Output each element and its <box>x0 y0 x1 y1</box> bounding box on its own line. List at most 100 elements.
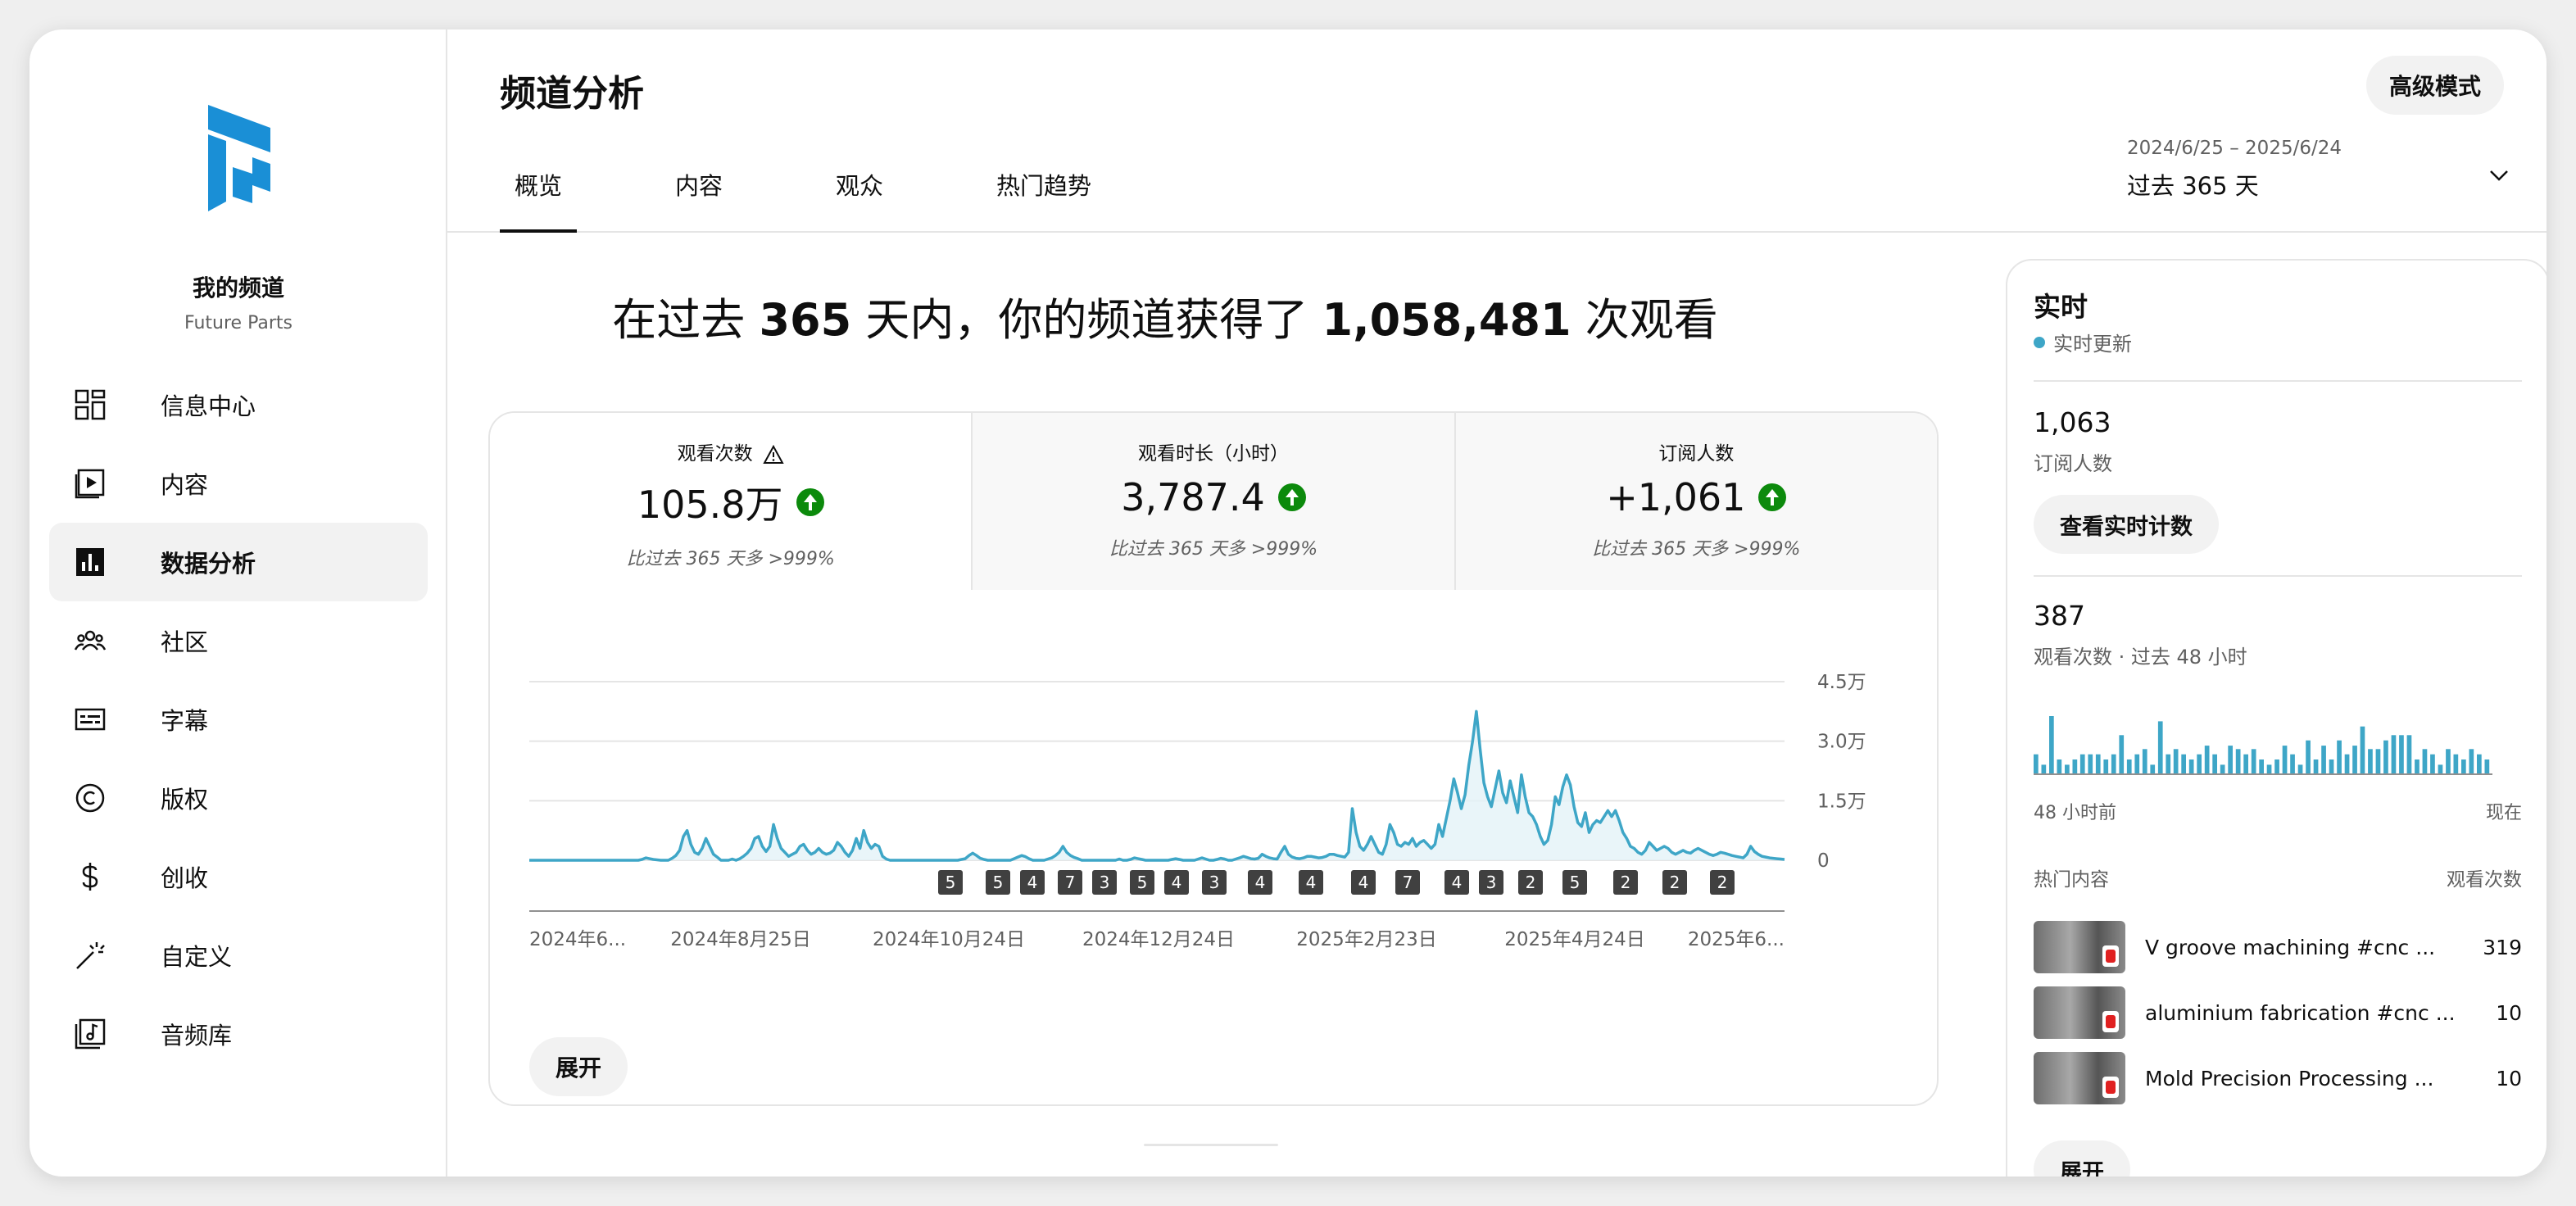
sidebar-item-content[interactable]: 内容 <box>49 444 428 523</box>
live-count-button[interactable]: 查看实时计数 <box>2034 495 2219 554</box>
realtime-bar <box>2095 754 2101 773</box>
metric-label: 订阅人数 <box>1658 443 1735 465</box>
realtime-bar <box>2422 749 2428 773</box>
realtime-bar <box>2119 735 2125 773</box>
chevron-down-icon <box>2490 170 2508 181</box>
realtime-bar <box>2484 759 2490 773</box>
realtime-bar <box>2375 749 2381 773</box>
date-range-label: 过去 365 天 <box>2127 172 2259 200</box>
top-content-header: 热门内容 <box>2034 869 2109 891</box>
sidebar-item-analytics[interactable]: 数据分析 <box>49 523 428 601</box>
publish-marker-count: 3 <box>1209 873 1220 892</box>
x-tick-label: 2024年10月24日 <box>873 929 1025 950</box>
realtime-bar <box>2197 754 2202 773</box>
metric-value: 105.8万 <box>637 475 824 529</box>
realtime-bar <box>2251 749 2256 773</box>
realtime-bar <box>2477 754 2482 773</box>
headline-days: 365 <box>759 294 852 346</box>
realtime-expand-button[interactable]: 展开 <box>2034 1140 2130 1177</box>
video-views: 10 <box>2496 1000 2522 1025</box>
sidebar-item-label: 音频库 <box>161 1022 233 1050</box>
realtime-bar <box>2438 764 2443 773</box>
publish-marker-count: 2 <box>1621 873 1631 892</box>
metric-tabs: 观看次数 105.8万 比过去 365 天多 >999% 观看时长（小时） 3,… <box>490 413 1937 590</box>
page-title: 频道分析 <box>500 73 644 115</box>
sidebar-item-subtitles[interactable]: 字幕 <box>49 680 428 759</box>
scroll-indicator <box>1144 1144 1278 1146</box>
realtime-bar <box>2181 754 2186 773</box>
metric-views[interactable]: 观看次数 105.8万 比过去 365 天多 >999% <box>490 413 972 590</box>
analytics-tabs: 概览 内容 观众 热门趋势 <box>500 167 1190 233</box>
x-tick-label: 2024年12月24日 <box>1082 929 1235 950</box>
metric-subscribers[interactable]: 订阅人数 +1,061 比过去 365 天多 >999% <box>1454 413 1937 590</box>
realtime-bar <box>2088 754 2093 773</box>
realtime-bar <box>2065 764 2070 773</box>
realtime-bar <box>2126 759 2132 773</box>
realtime-live-status: 实时更新 <box>2034 328 2132 356</box>
y-tick-label: 1.5万 <box>1817 791 1866 812</box>
sidebar-item-label: 自定义 <box>161 943 233 971</box>
analytics-header: 频道分析 高级模式 概览 内容 观众 热门趋势 2024/6/25 – 2025… <box>447 29 2547 233</box>
x-tick-label: 2024年6... <box>529 929 626 950</box>
metric-watch-time[interactable]: 观看时长（小时） 3,787.4 比过去 365 天多 >999% <box>971 413 1454 590</box>
community-icon <box>72 623 108 659</box>
sidebar-item-copyright[interactable]: 版权 <box>49 759 428 837</box>
realtime-subs-value: 1,063 <box>2034 406 2111 438</box>
realtime-bar-chart <box>2034 716 2492 775</box>
top-content-item[interactable]: Mold Precision Processing ... 10 <box>2034 1052 2522 1104</box>
sidebar-item-audio-library[interactable]: 音频库 <box>49 995 428 1073</box>
metric-compare: 比过去 365 天多 >999% <box>1592 539 1801 560</box>
subtitles-icon <box>72 701 108 737</box>
realtime-bar <box>2212 754 2217 773</box>
tab-trends[interactable]: 热门趋势 <box>982 167 1106 233</box>
realtime-bar <box>2072 759 2078 773</box>
arrow-up-icon <box>1277 483 1306 511</box>
metric-label: 观看时长（小时） <box>1137 443 1289 465</box>
y-tick-label: 4.5万 <box>1817 672 1866 693</box>
realtime-bar <box>2399 735 2404 773</box>
realtime-bar <box>2306 740 2311 773</box>
sidebar-item-dashboard[interactable]: 信息中心 <box>49 365 428 444</box>
headline-text: 次观看 <box>1571 294 1718 346</box>
headline-text: 天内，你的频道获得了 <box>851 294 1322 346</box>
studio-window: 我的频道 Future Parts 信息中心 内容 数据分析 社区 字幕 版权 … <box>29 29 2547 1177</box>
realtime-bar <box>2266 764 2272 773</box>
publish-marker-count: 3 <box>1100 873 1110 892</box>
metric-compare: 比过去 365 天多 >999% <box>1109 539 1318 560</box>
date-range-dates: 2024/6/25 – 2025/6/24 <box>2127 138 2342 159</box>
sidebar-nav: 信息中心 内容 数据分析 社区 字幕 版权 创收 自定义 音频库 <box>49 365 428 1073</box>
realtime-bar <box>2134 754 2140 773</box>
tab-overview[interactable]: 概览 <box>500 167 578 233</box>
publish-marker-count: 7 <box>1403 873 1413 892</box>
video-thumbnail <box>2034 986 2125 1039</box>
top-content-item[interactable]: aluminium fabrication #cnc ... 10 <box>2034 986 2522 1039</box>
publish-marker-count: 4 <box>1172 873 1182 892</box>
analytics-icon <box>72 544 108 580</box>
realtime-bar <box>2041 764 2047 773</box>
realtime-bar <box>2352 746 2357 773</box>
realtime-bar <box>2415 759 2420 773</box>
expand-button[interactable]: 展开 <box>529 1037 628 1096</box>
realtime-bar <box>2103 759 2109 773</box>
realtime-bar <box>2204 746 2210 773</box>
live-dot-icon <box>2034 336 2045 348</box>
video-title: Mold Precision Processing ... <box>2145 1066 2434 1090</box>
sidebar-item-label: 内容 <box>161 471 209 499</box>
x-tick-label: 2024年8月25日 <box>670 929 810 950</box>
sidebar-item-earn[interactable]: 创收 <box>49 837 428 916</box>
headline-views: 1,058,481 <box>1322 294 1571 346</box>
tab-content[interactable]: 内容 <box>660 167 737 233</box>
top-content-item[interactable]: V groove machining #cnc ... 319 <box>2034 921 2522 973</box>
summary-headline: 在过去 365 天内，你的频道获得了 1,058,481 次观看 <box>518 283 1812 348</box>
sidebar-item-label: 创收 <box>161 864 209 892</box>
audio-library-icon <box>72 1016 108 1052</box>
realtime-bar <box>2188 759 2194 773</box>
sidebar-item-customization[interactable]: 自定义 <box>49 916 428 995</box>
tab-audience[interactable]: 观众 <box>821 167 898 233</box>
date-range-picker[interactable]: 2024/6/25 – 2025/6/24 过去 365 天 <box>2127 138 2512 202</box>
views-chart: 4.5万 3.0万 1.5万 0 5 5 4 7 3 5 4 3 4 4 4 7 4 3 2 5 2 2 2 2024年6..… <box>529 672 1866 950</box>
sidebar-item-community[interactable]: 社区 <box>49 601 428 680</box>
advanced-mode-button[interactable]: 高级模式 <box>2365 56 2504 115</box>
headline-text: 在过去 <box>612 294 760 346</box>
x-tick-label: 2025年2月23日 <box>1296 929 1436 950</box>
